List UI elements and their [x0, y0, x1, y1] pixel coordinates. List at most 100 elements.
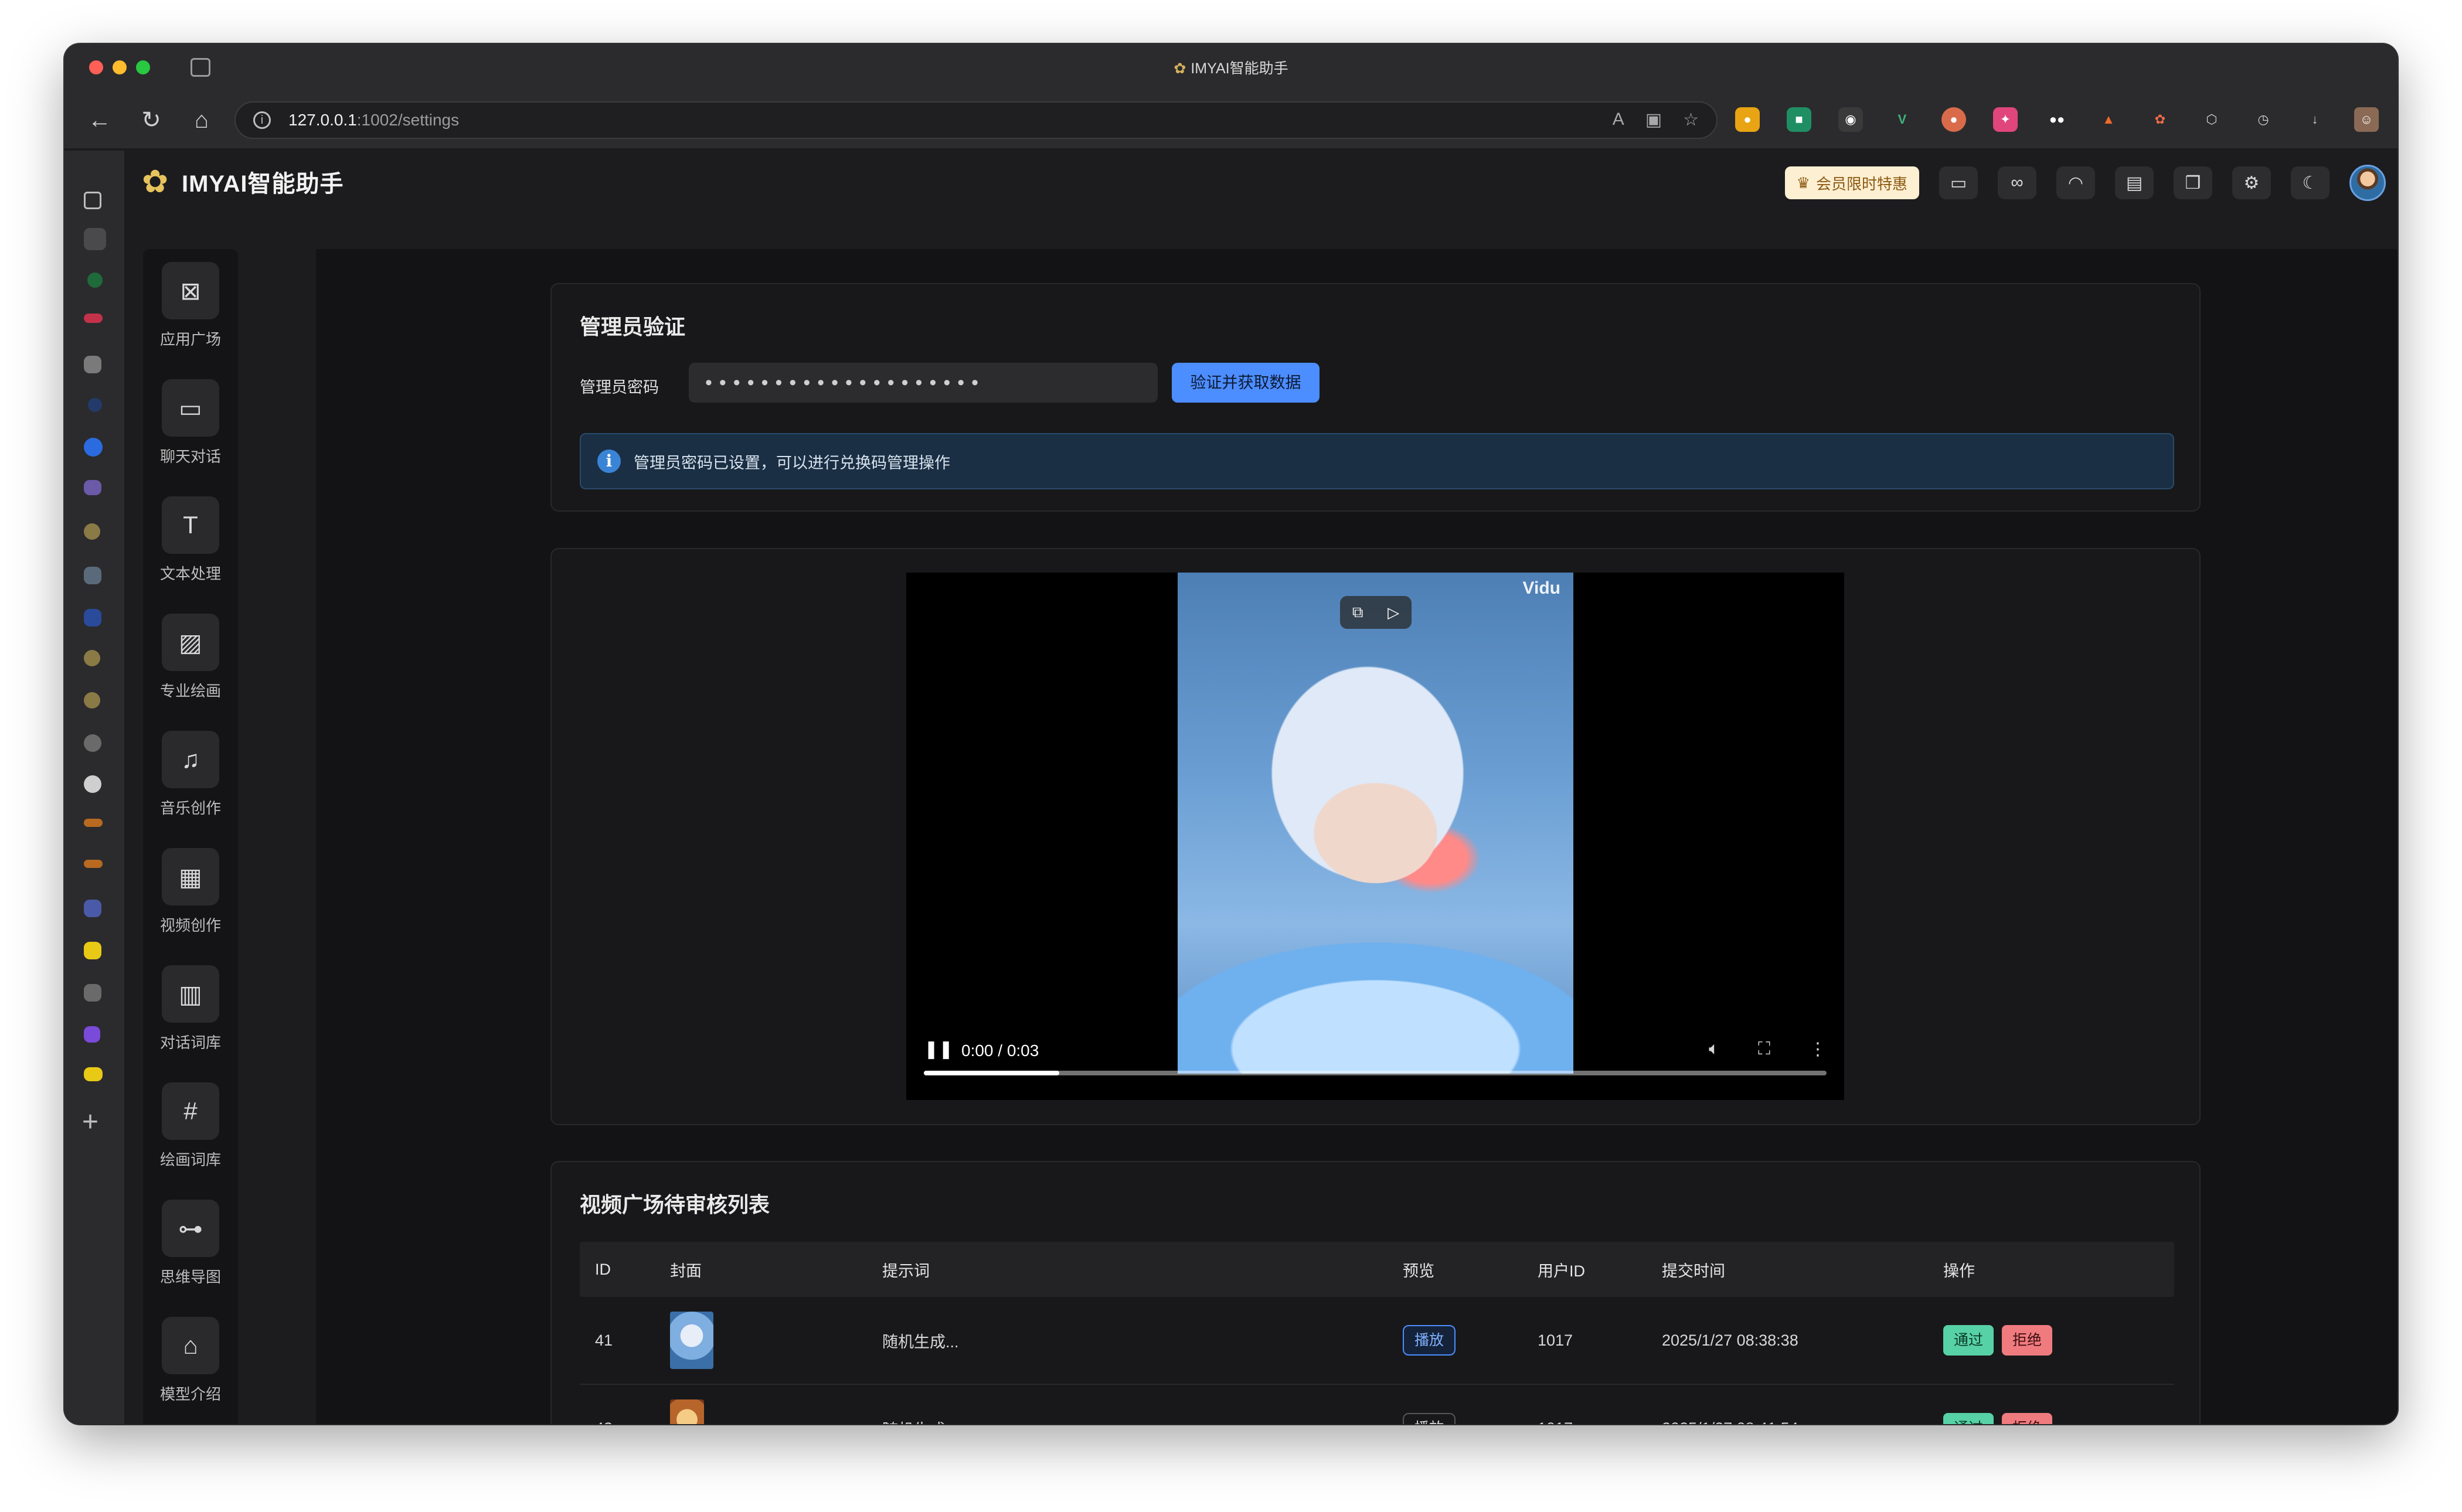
volume-icon[interactable]: 🔈︎ — [1709, 1039, 1719, 1060]
tab-favicon-14[interactable] — [84, 819, 103, 827]
read-aloud-icon[interactable]: A — [1613, 110, 1624, 130]
cast-icon[interactable]: ▷ — [1388, 604, 1399, 622]
mindmap-icon: ⊶ — [162, 1200, 219, 1257]
favorite-star-icon[interactable]: ☆ — [1683, 110, 1699, 130]
music-icon: ♫ — [162, 731, 219, 788]
play-button[interactable]: 播放 — [1403, 1413, 1456, 1424]
back-arrow-icon[interactable]: ← — [86, 106, 114, 134]
tab-favicon-9[interactable] — [84, 609, 101, 626]
approve-button[interactable]: 通过 — [1943, 1413, 1994, 1424]
col-id: ID — [595, 1260, 611, 1278]
history-icon[interactable]: ◷ — [2251, 107, 2276, 132]
tab-favicon-1[interactable] — [87, 273, 103, 288]
reload-icon[interactable]: ↻ — [137, 106, 165, 134]
extension-9-icon[interactable]: ✿ — [2148, 107, 2172, 132]
devices-icon[interactable]: ▭ — [1939, 166, 1978, 199]
nav-item-text[interactable]: T 文本处理 — [143, 496, 238, 602]
row-prompt: 随机生成... — [882, 1333, 959, 1351]
app-nav: ⊠ 应用广场 ▭ 聊天对话 T 文本处理 ▨ 专业绘画 ♫ 音乐创作 ▦ 视频创… — [143, 249, 238, 1424]
tab-favicon-2[interactable] — [84, 314, 103, 323]
home-icon[interactable]: ⌂ — [188, 106, 216, 134]
row-cover — [655, 1312, 867, 1369]
row-preview: 播放 — [1388, 1325, 1522, 1356]
calendar-icon[interactable]: ▤ — [2115, 166, 2154, 199]
github-icon[interactable] — [84, 775, 101, 793]
download-icon[interactable]: ↓ — [2303, 107, 2327, 132]
approve-button[interactable]: 通过 — [1943, 1325, 1994, 1356]
extension-7-icon[interactable]: ●● — [2045, 107, 2069, 132]
dark-mode-moon-icon[interactable]: ☾ — [2291, 166, 2330, 199]
add-tab-plus-icon[interactable]: + — [82, 1106, 98, 1138]
extension-6-icon[interactable]: ✦ — [1993, 107, 2018, 132]
row-prompt: 随机生成... — [867, 1417, 1388, 1425]
app-area: ✿ IMYAI智能助手 ♛ 会员限时特惠 ▭ ∞ ◠ ▤ ❒ ⚙ ☾ ⊠ 应用广… — [125, 151, 2398, 1424]
tab-favicon-3[interactable] — [84, 356, 101, 373]
extensions-puzzle-icon[interactable]: ⬡ — [2199, 107, 2224, 132]
row-actions: 通过拒绝 — [1928, 1413, 2174, 1424]
nav-item-mindmap[interactable]: ⊶ 思维导图 — [143, 1200, 238, 1305]
reject-button[interactable]: 拒绝 — [2002, 1413, 2053, 1424]
user-avatar[interactable] — [2349, 165, 2386, 201]
col-actions: 操作 — [1943, 1262, 1975, 1280]
sidebar-toggle-icon[interactable] — [84, 192, 101, 209]
nav-item-chat-library[interactable]: ▥ 对话词库 — [143, 965, 238, 1071]
info-icon[interactable]: i — [253, 111, 271, 129]
tab-favicon-19[interactable] — [84, 1026, 100, 1043]
verify-button[interactable]: 验证并获取数据 — [1172, 363, 1320, 403]
tab-favicon-5[interactable] — [84, 438, 103, 457]
tab-favicon-17[interactable] — [84, 942, 101, 959]
url-host: 127.0.0.1 — [288, 111, 357, 129]
tab-favicon-11[interactable] — [84, 692, 100, 709]
nav-item-models[interactable]: ⌂ 模型介绍 — [143, 1317, 238, 1422]
extension-5-icon[interactable]: ● — [1941, 107, 1966, 132]
play-button[interactable]: 播放 — [1403, 1325, 1456, 1356]
tab-favicon-12[interactable] — [84, 734, 101, 752]
gift-icon[interactable]: ❒ — [2174, 166, 2212, 199]
browser-window: ✿ IMYAI智能助手 ← ↻ ⌂ i 127.0.0.1:1002/settin… — [64, 44, 2398, 1424]
video-progress-bar[interactable] — [924, 1071, 1827, 1075]
row-time: 2025/1/27 08:38:38 — [1662, 1331, 1798, 1349]
admin-password-input[interactable]: •••••••••••••••••••• — [689, 363, 1158, 403]
extension-8-icon[interactable]: ▲ — [2096, 107, 2121, 132]
nav-item-app-store[interactable]: ⊠ 应用广场 — [143, 262, 238, 367]
tab-favicon-7[interactable] — [84, 523, 100, 540]
tab-favicon-16[interactable] — [84, 900, 101, 917]
vue-icon[interactable]: V — [1890, 107, 1914, 132]
reject-button[interactable]: 拒绝 — [2002, 1325, 2053, 1356]
video-more-icon[interactable]: ⋮ — [1809, 1039, 1827, 1060]
cover-thumbnail[interactable] — [670, 1312, 713, 1369]
nav-item-chat[interactable]: ▭ 聊天对话 — [143, 379, 238, 485]
support-icon[interactable]: ◠ — [2056, 166, 2095, 199]
picture-in-picture-icon[interactable]: ⧉ — [1352, 603, 1363, 622]
tab-favicon-10[interactable] — [84, 650, 100, 666]
app-available-icon[interactable]: ▣ — [1645, 110, 1662, 130]
row-user-id: 1017 — [1522, 1419, 1647, 1425]
table-row: 43 随机生成... 播放 1017 2025/1/27 08:41:54 通过… — [580, 1385, 2174, 1424]
nav-item-video[interactable]: ▦ 视频创作 — [143, 848, 238, 953]
tab-favicon-8[interactable] — [84, 567, 101, 584]
pause-icon[interactable]: ❚❚ — [924, 1039, 953, 1060]
tab-favicon-18[interactable] — [84, 984, 101, 1002]
tab-favicon-20[interactable] — [84, 1067, 103, 1081]
extension-3-icon[interactable]: ◉ — [1838, 107, 1863, 132]
window-title: ✿ IMYAI智能助手 — [1174, 60, 1288, 77]
vip-promo-button[interactable]: ♛ 会员限时特惠 — [1784, 166, 1919, 199]
cover-thumbnail[interactable] — [670, 1399, 704, 1424]
nav-item-music[interactable]: ♫ 音乐创作 — [143, 731, 238, 836]
address-bar[interactable]: i 127.0.0.1:1002/settings A ▣ ☆ — [234, 101, 1718, 139]
link-icon[interactable]: ∞ — [1998, 166, 2036, 199]
brand[interactable]: ✿ IMYAI智能助手 — [142, 165, 344, 199]
video-player[interactable]: Vidu ⧉ ▷ ❚❚ 0:00 / 0:03 🔈︎ ⛶ ⋮ — [906, 573, 1844, 1100]
fullscreen-icon[interactable]: ⛶ — [1758, 1039, 1770, 1060]
nav-item-draw-library[interactable]: # 绘画词库 — [143, 1082, 238, 1188]
tab-favicon-6[interactable] — [84, 480, 101, 495]
settings-gear-icon[interactable]: ⚙ — [2232, 166, 2271, 199]
nav-item-drawing[interactable]: ▨ 专业绘画 — [143, 614, 238, 719]
extension-2-icon[interactable]: ■ — [1787, 107, 1811, 132]
tab-favicon-active[interactable] — [84, 228, 106, 250]
profile-icon[interactable]: ☺ — [2354, 107, 2379, 132]
tab-favicon-4[interactable] — [88, 398, 102, 412]
extension-1-icon[interactable]: ● — [1735, 107, 1760, 132]
review-table: ID 封面 提示词 预览 用户ID 提交时间 操作 41 随机生成... 播放 … — [580, 1242, 2174, 1424]
tab-favicon-15[interactable] — [84, 860, 103, 868]
